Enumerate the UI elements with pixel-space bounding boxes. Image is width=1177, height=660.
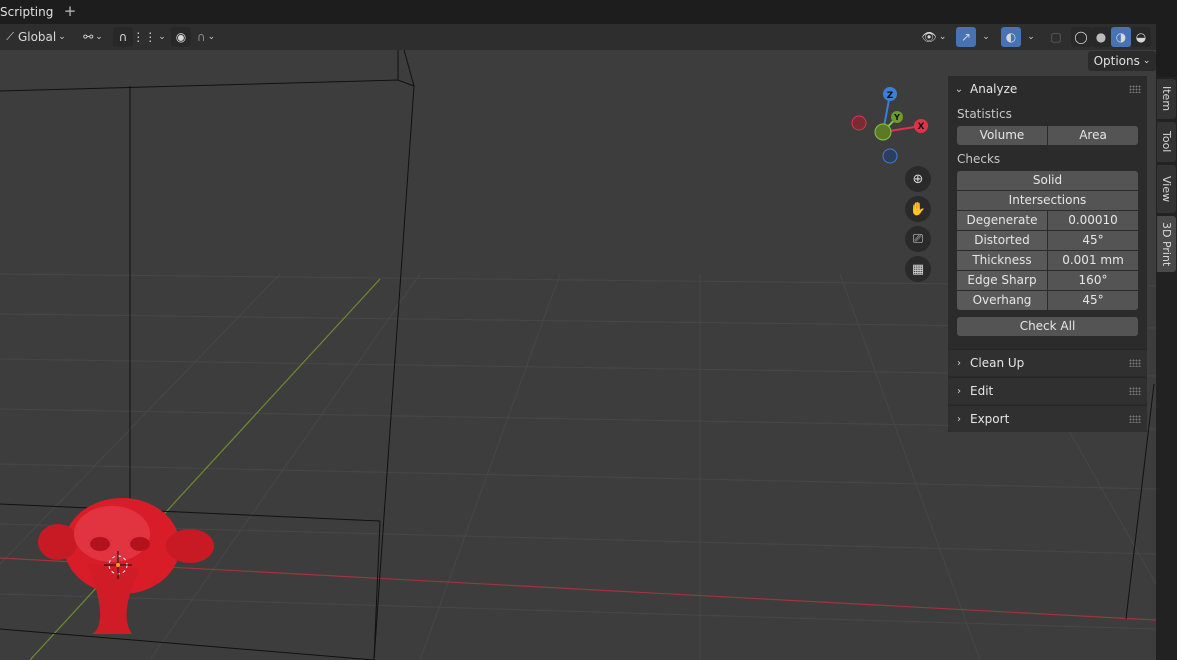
zoom-icon: ⊕ [912,171,924,187]
analyze-panel-header[interactable]: ⌄ Analyze [948,76,1147,102]
chevron-down-icon: ⌄ [158,32,166,42]
chevron-down-icon: ⌄ [58,32,66,42]
xray-toggle[interactable]: ▢ [1046,27,1066,47]
workspace-tabbar: Scripting + [0,0,1177,24]
sidebar-panel: ⌄ Analyze Statistics Volume Area Checks … [948,76,1147,432]
workspace-tab-scripting[interactable]: Scripting [0,0,59,24]
options-label: Options [1093,54,1140,68]
tab-item[interactable]: Item [1157,79,1176,119]
pivot-icon: ⚯ [83,30,94,44]
clean-up-panel-title: Clean Up [970,356,1025,370]
rendered-sphere-icon: ◒ [1135,30,1147,44]
thickness-button[interactable]: Thickness [957,251,1047,270]
degenerate-button[interactable]: Degenerate [957,211,1047,230]
wireframe-sphere-icon: ◯ [1074,30,1088,44]
gizmo-z-label: Z [887,91,894,101]
intersections-button[interactable]: Intersections [957,191,1138,210]
chevron-right-icon: › [957,413,961,425]
distorted-field[interactable]: 45° [1048,231,1138,250]
drag-grip-icon[interactable] [1129,85,1141,93]
thickness-field[interactable]: 0.001 mm [1048,251,1138,270]
gizmo-toggle[interactable]: ↗ [956,27,976,47]
magnet-icon: ∩ [118,30,128,44]
proportional-edit-toggle[interactable]: ◉ [171,27,191,47]
edge-sharp-button[interactable]: Edge Sharp [957,271,1047,290]
pan-button[interactable]: ✋ [905,196,931,222]
chevron-down-icon: ⌄ [1027,32,1035,42]
checks-label: Checks [957,152,1001,166]
chevron-down-icon: ⌄ [207,32,216,42]
shading-rendered[interactable]: ◒ [1131,27,1151,47]
chevron-down-icon: ⌄ [938,32,947,42]
tab-tool[interactable]: Tool [1157,122,1176,162]
gizmo-y-label: Y [893,113,900,122]
analyze-panel-title: Analyze [970,82,1018,96]
eye-icon: 👁 [921,30,937,44]
shading-solid[interactable]: ● [1091,27,1111,47]
material-sphere-icon: ◑ [1115,30,1127,44]
tab-view[interactable]: View [1157,165,1176,213]
orientation-label: Global [17,30,57,44]
solid-button[interactable]: Solid [957,171,1138,190]
tab-3d-print[interactable]: 3D Print [1157,216,1176,272]
falloff-dropdown[interactable]: ∩ ⌄ [192,27,220,47]
hand-pan-icon: ✋ [909,201,927,217]
overlays-toggle[interactable]: ◐ [1001,27,1021,47]
clean-up-panel-header[interactable]: › Clean Up [948,349,1147,376]
xray-icon: ▢ [1050,30,1062,44]
chevron-down-icon: ⌄ [1155,32,1156,42]
shading-dropdown[interactable]: ⌄ [1151,27,1156,47]
shading-wireframe[interactable]: ◯ [1071,27,1091,47]
drag-grip-icon[interactable] [1129,359,1141,367]
drag-grip-icon[interactable] [1129,415,1141,423]
snap-increment-icon: ⋮⋮ [132,30,157,44]
zoom-button[interactable]: ⊕ [905,166,931,192]
transform-orientation-dropdown[interactable]: ⟋ Global ⌄ [0,27,72,47]
grid-ortho-icon: ▦ [911,261,925,277]
edit-panel-header[interactable]: › Edit [948,377,1147,404]
chevron-right-icon: › [957,385,961,397]
chevron-down-icon: ⌄ [1142,56,1151,66]
statistics-label: Statistics [957,107,1012,121]
ortho-toggle-button[interactable]: ▦ [905,256,931,282]
distorted-button[interactable]: Distorted [957,231,1047,250]
chevron-right-icon: › [957,357,961,369]
shading-material[interactable]: ◑ [1111,27,1131,47]
pivot-point-dropdown[interactable]: ⚯ ⌄ [78,27,108,47]
overlays-icon: ◐ [1005,30,1017,44]
overlays-dropdown[interactable]: ⌄ [1022,27,1038,47]
add-workspace-button[interactable]: + [62,2,78,20]
gizmo-dropdown[interactable]: ⌄ [977,27,993,47]
snap-target-dropdown[interactable]: ⋮⋮ ⌄ [132,27,166,47]
degenerate-field[interactable]: 0.00010 [1048,211,1138,230]
gizmo-x-label: X [918,122,925,132]
overhang-field[interactable]: 45° [1048,291,1138,310]
volume-button[interactable]: Volume [957,126,1047,145]
chevron-down-icon: ⌄ [95,32,103,42]
edge-sharp-field[interactable]: 160° [1048,271,1138,290]
drag-grip-icon[interactable] [1129,387,1141,395]
visibility-dropdown[interactable]: 👁 ⌄ [918,27,950,47]
falloff-curve-icon: ∩ [196,30,206,44]
solid-sphere-icon: ● [1095,30,1107,44]
area-button[interactable]: Area [1048,126,1138,145]
camera-view-button[interactable]: ⎚ [905,226,931,252]
viewport-header: ⟋ Global ⌄ ⚯ ⌄ ∩ ⋮⋮ ⌄ ◉ ∩ ⌄ 👁 ⌄ ↗ ⌄ ◐ ⌄ … [0,24,1156,50]
snap-toggle[interactable]: ∩ [113,27,133,47]
export-panel-title: Export [970,412,1010,426]
chevron-down-icon: ⌄ [954,83,964,95]
check-all-button[interactable]: Check All [957,317,1138,336]
3d-viewport[interactable]: ⟋ Global ⌄ ⚯ ⌄ ∩ ⋮⋮ ⌄ ◉ ∩ ⌄ 👁 ⌄ ↗ ⌄ ◐ ⌄ … [0,24,1156,660]
edit-panel-title: Edit [970,384,994,398]
chevron-down-icon: ⌄ [982,32,990,42]
orientation-icon: ⟋ [6,30,14,43]
proportional-edit-icon: ◉ [175,30,187,44]
camera-icon: ⎚ [912,231,924,247]
export-panel-header[interactable]: › Export [948,405,1147,432]
gizmo-icon: ↗ [960,30,972,44]
sidebar-tabs: Item Tool View 3D Print [1156,77,1177,660]
options-dropdown[interactable]: Options ⌄ [1088,51,1156,71]
overhang-button[interactable]: Overhang [957,291,1047,310]
navigation-gizmo[interactable]: Z Y X [846,82,936,172]
